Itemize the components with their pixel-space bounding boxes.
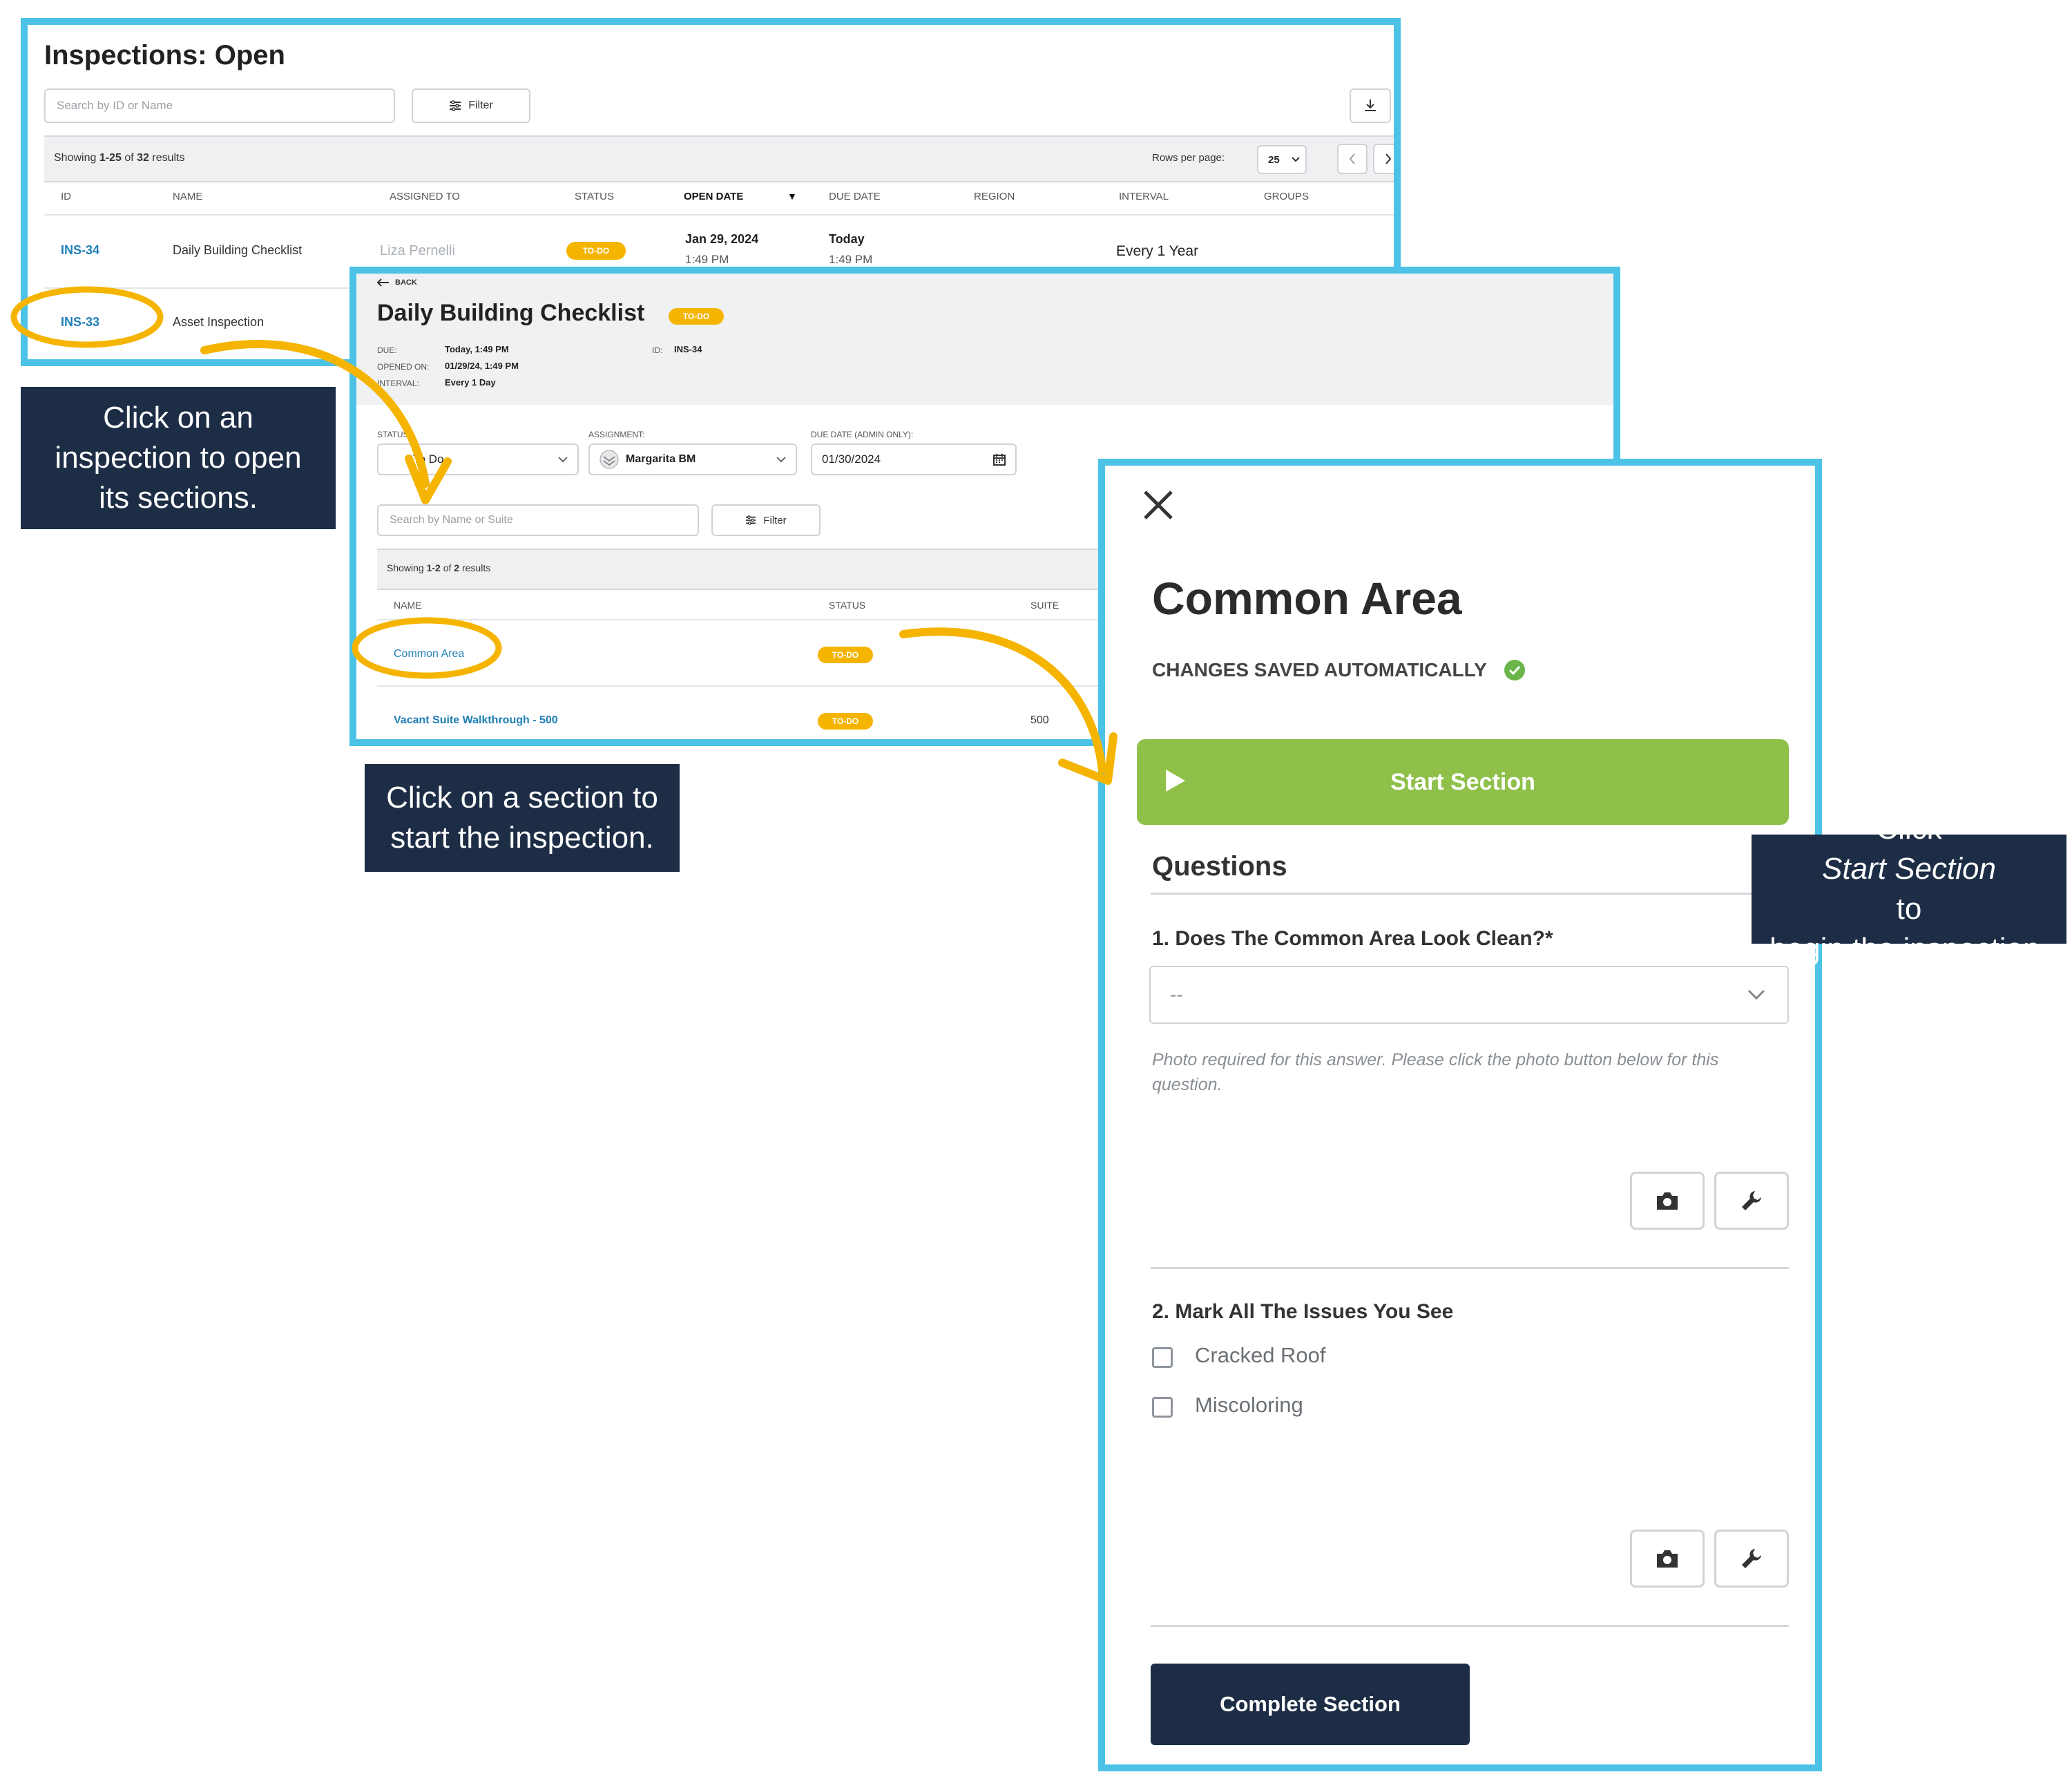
arrow-head-2 — [1058, 732, 1117, 785]
highlight-ellipse-ins33 — [10, 286, 164, 348]
highlight-ellipse-common-area — [352, 617, 502, 679]
arrow-to-section-detail — [899, 627, 1106, 774]
callout-start-section: Click Start Section to begin the inspect… — [1752, 812, 2066, 966]
callout-open-section: Click on a section to start the inspecti… — [365, 764, 680, 872]
callout-open-inspection: Click on an inspection to open its secti… — [21, 387, 336, 529]
